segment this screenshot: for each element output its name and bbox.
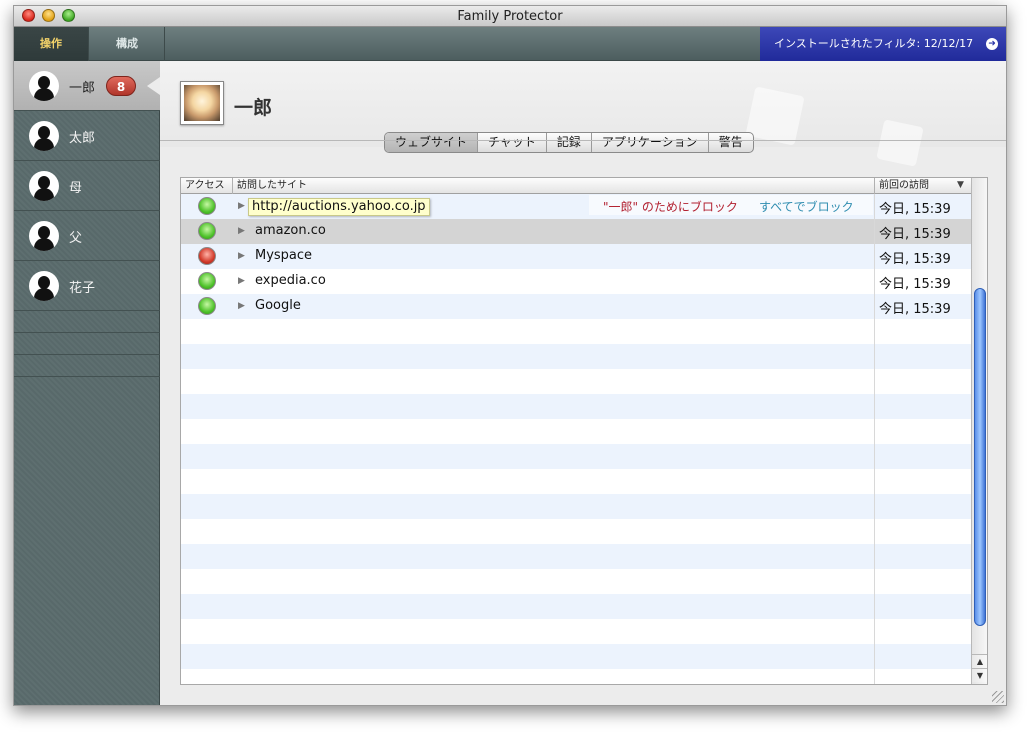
- decorative-cube: [876, 119, 924, 167]
- tab-websites[interactable]: ウェブサイト: [385, 133, 479, 152]
- empty-user-slot: [14, 355, 160, 377]
- empty-user-slot: [14, 311, 160, 333]
- visited-sites-table: アクセス 訪問したサイト 前回の訪問 ▼ ▶ http://auctions.y…: [180, 177, 988, 685]
- vertical-scrollbar[interactable]: ▲ ▼: [971, 178, 987, 684]
- disclosure-triangle-icon[interactable]: ▶: [238, 251, 245, 261]
- tab-logs[interactable]: 記録: [547, 133, 592, 152]
- person-icon: [29, 221, 59, 251]
- app-window: Family Protector 操作 構成 インストールされたフィルタ: 12…: [13, 5, 1007, 706]
- user-item-hanako[interactable]: 花子: [14, 261, 160, 311]
- empty-row: [181, 469, 971, 494]
- status-allowed-icon[interactable]: [198, 222, 216, 240]
- user-item-mother[interactable]: 母: [14, 161, 160, 211]
- last-visit-time: 今日, 15:39: [879, 227, 951, 242]
- scrollbar-thumb[interactable]: [974, 288, 986, 626]
- user-name: 花子: [69, 281, 96, 296]
- user-name: 母: [69, 181, 83, 196]
- tab-alerts[interactable]: 警告: [709, 133, 753, 152]
- person-icon: [29, 271, 59, 301]
- table-header: アクセス 訪問したサイト 前回の訪問 ▼: [181, 178, 971, 194]
- header-divider: [160, 140, 1006, 141]
- tab-configuration[interactable]: 構成: [90, 27, 165, 61]
- scroll-down-icon[interactable]: ▼: [972, 668, 987, 682]
- view-segmented-control: ウェブサイト チャット 記録 アプリケーション 警告: [384, 132, 754, 153]
- empty-row: [181, 369, 971, 394]
- installed-filter-label: インストールされたフィルタ: 12/12/17: [774, 37, 974, 50]
- empty-row: [181, 544, 971, 569]
- empty-row: [181, 419, 971, 444]
- scroll-up-icon[interactable]: ▲: [972, 654, 987, 668]
- block-for-all-link[interactable]: すべてでブロック: [759, 198, 854, 215]
- installed-filter-banner[interactable]: インストールされたフィルタ: 12/12/17 ➜: [760, 27, 1006, 61]
- empty-row: [181, 394, 971, 419]
- sort-descending-icon[interactable]: ▼: [957, 180, 964, 190]
- empty-row: [181, 444, 971, 469]
- disclosure-triangle-icon[interactable]: ▶: [238, 201, 245, 211]
- table-body: ▶ http://auctions.yahoo.co.jp "一郎" のためにブ…: [181, 194, 971, 684]
- person-icon: [29, 171, 59, 201]
- column-divider: [874, 194, 875, 684]
- last-visit-time: 今日, 15:39: [879, 202, 951, 217]
- user-name: 一郎: [69, 81, 96, 96]
- empty-row: [181, 594, 971, 619]
- empty-row: [181, 669, 971, 684]
- empty-row: [181, 569, 971, 594]
- last-visit-time: 今日, 15:39: [879, 252, 951, 267]
- table-row[interactable]: ▶ http://auctions.yahoo.co.jp "一郎" のためにブ…: [181, 194, 971, 219]
- last-visit-time: 今日, 15:39: [879, 277, 951, 292]
- profile-picture: [180, 81, 224, 125]
- status-allowed-icon[interactable]: [198, 197, 216, 215]
- empty-row: [181, 644, 971, 669]
- resize-grip-icon[interactable]: [992, 691, 1004, 703]
- site-name: expedia.co: [255, 273, 326, 288]
- column-header-access[interactable]: アクセス: [185, 179, 225, 193]
- user-item-taro[interactable]: 太郎: [14, 111, 160, 161]
- status-allowed-icon[interactable]: [198, 272, 216, 290]
- empty-row: [181, 619, 971, 644]
- decorative-cube: [745, 86, 805, 146]
- site-url-tooltip: http://auctions.yahoo.co.jp: [248, 198, 430, 216]
- status-blocked-icon[interactable]: [198, 247, 216, 265]
- table-row[interactable]: ▶ expedia.co 今日, 15:39: [181, 269, 971, 294]
- disclosure-triangle-icon[interactable]: ▶: [238, 276, 245, 286]
- table-row[interactable]: ▶ Myspace 今日, 15:39: [181, 244, 971, 269]
- disclosure-triangle-icon[interactable]: ▶: [238, 226, 245, 236]
- site-name: amazon.co: [255, 223, 326, 238]
- user-item-ichiro[interactable]: 一郎 8: [14, 61, 160, 111]
- selection-pointer: [147, 77, 160, 95]
- tab-chat[interactable]: チャット: [478, 133, 547, 152]
- profile-name: 一郎: [234, 97, 273, 119]
- empty-row: [181, 319, 971, 344]
- user-item-father[interactable]: 父: [14, 211, 160, 261]
- person-icon: [29, 71, 59, 101]
- empty-row: [181, 519, 971, 544]
- column-separator: [874, 178, 875, 194]
- site-name: Google: [255, 298, 301, 313]
- alert-count-badge: 8: [106, 76, 136, 96]
- table-row[interactable]: ▶ Google 今日, 15:39: [181, 294, 971, 319]
- column-header-last-visit[interactable]: 前回の訪問: [879, 179, 929, 193]
- disclosure-triangle-icon[interactable]: ▶: [238, 301, 245, 311]
- top-toolbar: 操作 構成 インストールされたフィルタ: 12/12/17 ➜: [14, 27, 1006, 61]
- block-for-user-link[interactable]: "一郎" のためにブロック: [603, 198, 738, 215]
- profile-header: 一郎 ウェブサイト チャット 記録 アプリケーション 警告: [160, 61, 1006, 167]
- column-header-site[interactable]: 訪問したサイト: [237, 179, 307, 193]
- user-sidebar: 一郎 8 太郎 母 父 花子: [14, 61, 160, 705]
- empty-row: [181, 344, 971, 369]
- tab-operations[interactable]: 操作: [14, 27, 89, 61]
- empty-row: [181, 494, 971, 519]
- user-name: 父: [69, 231, 83, 246]
- last-visit-time: 今日, 15:39: [879, 302, 951, 317]
- person-icon: [29, 121, 59, 151]
- arrow-right-circle-icon[interactable]: ➜: [986, 38, 998, 50]
- user-name: 太郎: [69, 131, 96, 146]
- tab-applications[interactable]: アプリケーション: [592, 133, 709, 152]
- table-row[interactable]: ▶ amazon.co 今日, 15:39: [181, 219, 971, 244]
- site-name: Myspace: [255, 248, 313, 263]
- status-allowed-icon[interactable]: [198, 297, 216, 315]
- column-separator: [232, 178, 233, 194]
- empty-user-slot: [14, 333, 160, 355]
- title-bar: Family Protector: [14, 6, 1006, 27]
- window-title: Family Protector: [457, 9, 563, 24]
